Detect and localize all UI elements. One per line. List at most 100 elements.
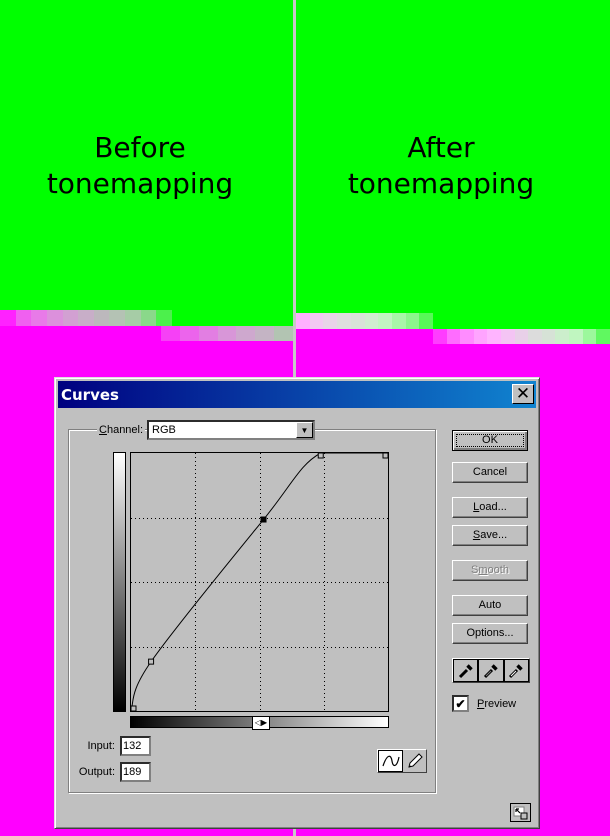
gradient-swatch <box>62 310 79 326</box>
dialog-title: Curves <box>61 386 119 404</box>
gradient-swatch <box>46 310 63 326</box>
curve-graph[interactable] <box>130 452 389 712</box>
gradient-swatch <box>391 313 406 329</box>
curve-tool-button[interactable] <box>378 750 403 772</box>
after-gradient-strip-2 <box>433 329 610 344</box>
input-gradient-bar: ◁▶ <box>130 716 389 730</box>
pencil-tool-button[interactable] <box>403 750 426 772</box>
gradient-swatch <box>460 329 474 344</box>
gradient-swatch <box>541 329 556 344</box>
pencil-icon <box>407 753 423 768</box>
curve-tool-group <box>377 749 427 773</box>
gradient-swatch <box>296 313 310 329</box>
after-label-line1: After <box>407 131 475 164</box>
preview-option[interactable]: ✔ Preview <box>452 695 516 712</box>
preview-label: Preview <box>477 697 517 710</box>
gradient-swatch <box>255 326 275 341</box>
curve-point[interactable] <box>148 658 155 665</box>
gradient-swatch <box>309 313 324 329</box>
before-gradient-strip-1 <box>0 310 173 326</box>
black-eyedropper-icon <box>458 663 473 678</box>
gradient-swatch <box>555 329 570 344</box>
before-label: Before tonemapping <box>0 130 280 202</box>
gradient-swatch <box>93 310 110 326</box>
gradient-swatch <box>514 329 529 344</box>
input-field[interactable]: 132 <box>120 736 151 756</box>
gradient-swatch <box>274 326 294 341</box>
dialog-titlebar[interactable]: Curves ✕ <box>58 381 536 408</box>
close-button[interactable]: ✕ <box>512 384 534 404</box>
resize-icon <box>513 806 527 819</box>
gradient-swatch <box>323 313 338 329</box>
gradient-swatch <box>337 313 351 329</box>
gradient-swatch <box>405 313 420 329</box>
black-eyedropper-button[interactable] <box>453 659 479 682</box>
preview-checkbox[interactable]: ✔ <box>452 695 469 712</box>
gradient-swatch <box>446 329 461 344</box>
gradient-swatch <box>31 310 47 326</box>
chevron-down-icon[interactable]: ▼ <box>296 422 313 438</box>
before-label-line1: Before <box>94 131 186 164</box>
gradient-swatch <box>582 329 597 344</box>
ok-button[interactable]: OK <box>452 430 528 451</box>
curve-icon <box>381 755 400 767</box>
curve-point[interactable] <box>382 453 388 459</box>
curve-point-selected[interactable] <box>260 516 267 523</box>
channel-label: Channel: <box>97 424 146 436</box>
close-icon: ✕ <box>515 384 531 404</box>
gradient-swatch <box>236 326 256 341</box>
after-gradient-strip-1 <box>296 313 434 329</box>
curve-line[interactable] <box>131 453 387 711</box>
gradient-swatch <box>0 310 16 326</box>
curve-point[interactable] <box>131 705 137 711</box>
options-button[interactable]: Options... <box>452 623 528 644</box>
gradient-swatch <box>78 310 94 326</box>
gradient-swatch <box>569 329 583 344</box>
gradient-swatch <box>419 313 434 329</box>
after-label-line2: tonemapping <box>347 167 535 200</box>
save-button[interactable]: Save... <box>452 525 528 546</box>
gradient-swatch <box>473 329 488 344</box>
gradient-swatch <box>596 329 610 344</box>
gradient-swatch <box>364 313 379 329</box>
gray-eyedropper-button[interactable] <box>478 659 504 682</box>
gradient-swatch <box>179 326 199 341</box>
gradient-swatch <box>109 310 126 326</box>
curves-dialog: Curves ✕ Channel: RGB ▼ ◁▶ Input: 132 Ou… <box>54 377 540 829</box>
before-label-line2: tonemapping <box>46 167 234 200</box>
expand-dialog-button[interactable] <box>510 803 531 822</box>
input-label: Input: <box>87 740 115 752</box>
gradient-swatch <box>217 326 237 341</box>
gradient-swatch <box>15 310 32 326</box>
channel-select[interactable]: RGB ▼ <box>147 420 315 440</box>
eyedropper-group <box>452 658 530 683</box>
gradient-swatch <box>487 329 502 344</box>
gradient-swatch <box>528 329 542 344</box>
gradient-swatch <box>501 329 515 344</box>
checkmark-icon: ✔ <box>455 696 466 711</box>
auto-button[interactable]: Auto <box>452 595 528 616</box>
gradient-swatch <box>125 310 141 326</box>
gray-eyedropper-icon <box>483 663 498 678</box>
gradient-swatch <box>433 329 447 344</box>
gradient-swatch <box>198 326 218 341</box>
cancel-button[interactable]: Cancel <box>452 462 528 483</box>
gradient-swatch <box>156 310 173 326</box>
output-label: Output: <box>78 766 115 778</box>
output-gradient-bar <box>113 452 126 712</box>
before-gradient-strip-2 <box>161 326 294 341</box>
gradient-swatch <box>140 310 157 326</box>
after-label: After tonemapping <box>296 130 586 202</box>
curve-point[interactable] <box>317 453 324 459</box>
gradient-swatch <box>161 326 180 341</box>
gradient-swatch <box>378 313 392 329</box>
white-eyedropper-button[interactable] <box>503 659 529 682</box>
output-field[interactable]: 189 <box>120 762 151 782</box>
gradient-direction-toggle[interactable]: ◁▶ <box>252 716 270 730</box>
white-eyedropper-icon <box>509 663 524 678</box>
channel-value: RGB <box>152 424 176 436</box>
load-button[interactable]: Load... <box>452 497 528 518</box>
smooth-button: Smooth <box>452 560 528 581</box>
gradient-swatch <box>350 313 365 329</box>
curve-svg[interactable] <box>131 453 388 711</box>
